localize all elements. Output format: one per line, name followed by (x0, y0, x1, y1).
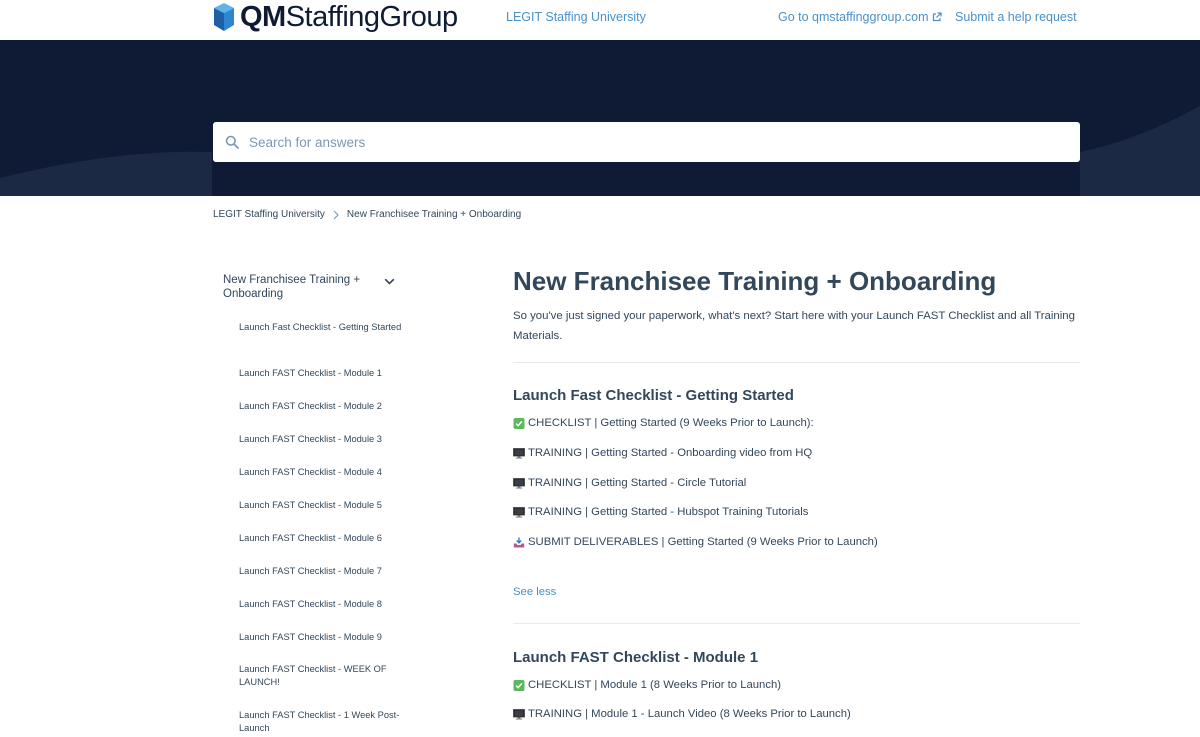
help-request-link[interactable]: Submit a help request (955, 10, 1077, 24)
logo-cube-icon (214, 3, 234, 31)
sidebar-item-getting-started[interactable]: Launch Fast Checklist - Getting Started (239, 321, 404, 334)
see-less-link[interactable]: See less (513, 586, 556, 598)
article-title: TRAINING | Getting Started - Circle Tuto… (528, 477, 747, 489)
article-title: TRAINING | Getting Started - Hubspot Tra… (528, 506, 809, 518)
chevron-right-icon (333, 210, 339, 219)
external-site-link-label: Go to qmstaffinggroup.com (778, 10, 929, 24)
sidebar-item-module-2[interactable]: Launch FAST Checklist - Module 2 (239, 400, 404, 413)
inbox-tray-icon (513, 537, 525, 547)
article-link[interactable]: CHECKLIST | Module 1 (8 Weeks Prior to L… (513, 679, 781, 691)
sidebar-item-week-of-launch[interactable]: Launch FAST Checklist - WEEK OF LAUNCH! (239, 663, 404, 689)
article-link[interactable]: TRAINING | Getting Started - Hubspot Tra… (513, 506, 808, 518)
search-box[interactable] (213, 122, 1080, 162)
article-title: CHECKLIST | Getting Started (9 Weeks Pri… (528, 417, 814, 429)
hero-banner (0, 40, 1200, 196)
monitor-icon (513, 708, 525, 720)
page-title: New Franchisee Training + Onboarding (513, 266, 997, 296)
sidebar-item-module-5[interactable]: Launch FAST Checklist - Module 5 (239, 499, 404, 512)
checkmark-icon (513, 417, 525, 429)
sidebar-category-heading[interactable]: New Franchisee Training + Onboarding (223, 274, 373, 301)
article-link[interactable]: CHECKLIST | Getting Started (9 Weeks Pri… (513, 417, 814, 429)
checkmark-icon (513, 679, 525, 691)
hero-wave-decoration (0, 106, 1200, 196)
sidebar-item-post-launch[interactable]: Launch FAST Checklist - 1 Week Post-Laun… (239, 709, 404, 735)
article-link[interactable]: SUBMIT DELIVERABLES | Getting Started (9… (513, 536, 878, 548)
logo-suffix: StaffingGroup (285, 1, 458, 33)
breadcrumb: LEGIT Staffing University New Franchisee… (213, 209, 521, 220)
article-title: CHECKLIST | Module 1 (8 Weeks Prior to L… (528, 679, 782, 691)
sidebar-item-module-4[interactable]: Launch FAST Checklist - Module 4 (239, 466, 404, 479)
article-title: SUBMIT DELIVERABLES | Getting Started (9… (528, 536, 878, 548)
article-title: TRAINING | Getting Started - Onboarding … (528, 447, 813, 459)
page-description: So you've just signed your paperwork, wh… (513, 310, 1075, 342)
external-link-icon (932, 12, 942, 22)
breadcrumb-link-home[interactable]: LEGIT Staffing University (213, 209, 325, 220)
company-logo[interactable]: QMStaffingGroup (213, 0, 458, 34)
sidebar-item-module-1[interactable]: Launch FAST Checklist - Module 1 (239, 367, 404, 380)
sidebar-item-module-8[interactable]: Launch FAST Checklist - Module 8 (239, 598, 404, 611)
divider (513, 362, 1080, 363)
sidebar-item-module-3[interactable]: Launch FAST Checklist - Module 3 (239, 433, 404, 446)
article-link[interactable]: TRAINING | Getting Started - Onboarding … (513, 447, 812, 459)
article-link[interactable]: TRAINING | Getting Started - Circle Tuto… (513, 477, 746, 489)
article-link[interactable]: TRAINING | Module 1 - Launch Video (8 We… (513, 708, 851, 720)
sidebar-item-module-9[interactable]: Launch FAST Checklist - Module 9 (239, 631, 404, 644)
logo-text: QMStaffingGroup (240, 0, 458, 34)
sidebar-item-module-6[interactable]: Launch FAST Checklist - Module 6 (239, 532, 404, 545)
site-header: QMStaffingGroup LEGIT Staffing Universit… (0, 0, 1200, 40)
chevron-down-icon[interactable] (384, 278, 395, 285)
article-title: TRAINING | Module 1 - Launch Video (8 We… (528, 708, 851, 720)
sidebar-item-module-7[interactable]: Launch FAST Checklist - Module 7 (239, 565, 404, 578)
section-title-module-1[interactable]: Launch FAST Checklist - Module 1 (513, 649, 758, 666)
section-title-getting-started[interactable]: Launch Fast Checklist - Getting Started (513, 387, 794, 404)
logo-prefix: QM (240, 1, 286, 33)
monitor-icon (513, 447, 525, 459)
external-site-link[interactable]: Go to qmstaffinggroup.com (778, 10, 942, 24)
breadcrumb-link-current[interactable]: New Franchisee Training + Onboarding (347, 209, 521, 220)
divider (513, 623, 1080, 624)
monitor-icon (513, 506, 525, 518)
monitor-icon (513, 477, 525, 489)
search-input[interactable] (249, 134, 1049, 150)
university-home-link[interactable]: LEGIT Staffing University (506, 10, 646, 24)
search-icon (225, 135, 239, 149)
